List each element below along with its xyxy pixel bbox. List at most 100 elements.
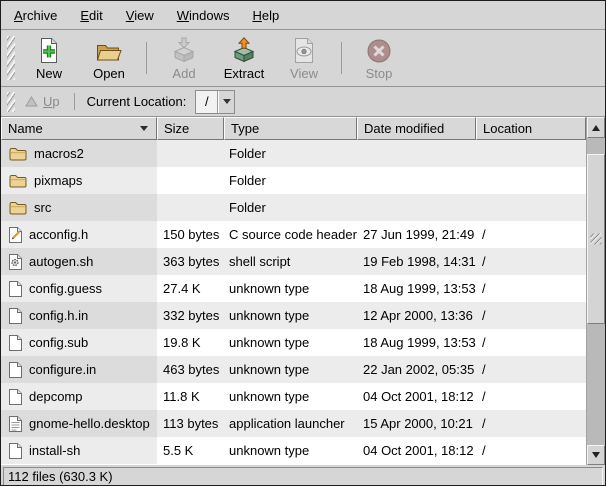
main-toolbar: New Open Add Extract View Stop	[1, 30, 605, 87]
menu-view[interactable]: View	[117, 3, 163, 28]
chevron-down-icon	[223, 99, 231, 104]
toolbar-drag-handle[interactable]	[7, 36, 15, 80]
date-modified-cell: 04 Oct 2001, 18:12	[357, 383, 476, 410]
toolbar-button-label: Open	[93, 66, 125, 81]
scrollbar-thumb[interactable]	[587, 154, 605, 324]
extract-icon	[231, 36, 257, 64]
extract-button[interactable]: Extract	[215, 34, 273, 83]
table-row[interactable]: macros2Folder	[1, 140, 586, 167]
file-name-cell[interactable]: gnome-hello.desktop	[1, 410, 157, 437]
location-cell: /	[476, 302, 586, 329]
new-button[interactable]: New	[20, 34, 78, 83]
column-header-location[interactable]: Location	[476, 117, 586, 140]
view-button[interactable]: View	[275, 34, 333, 83]
file-name: gnome-hello.desktop	[29, 416, 150, 431]
location-bar: Up Current Location: /	[1, 87, 605, 117]
menu-windows[interactable]: Windows	[168, 3, 239, 28]
file-name-cell[interactable]: config.sub	[1, 329, 157, 356]
toolbar-buttons: New Open Add Extract View Stop	[19, 34, 409, 83]
file-name-cell[interactable]: configure.in	[1, 356, 157, 383]
file-name-cell[interactable]: install-sh	[1, 437, 157, 464]
date-modified-cell: 18 Aug 1999, 13:53	[357, 329, 476, 356]
table-row[interactable]: autogen.sh363 bytesshell script19 Feb 19…	[1, 248, 586, 275]
document-icon	[9, 281, 22, 297]
toolbar-separator	[341, 42, 342, 74]
scroll-up-button[interactable]	[587, 117, 605, 138]
size-cell: 113 bytes	[157, 410, 224, 437]
file-name: src	[34, 200, 51, 215]
open-button[interactable]: Open	[80, 34, 138, 83]
type-cell: Folder	[224, 194, 357, 221]
file-name-cell[interactable]: acconfig.h	[1, 221, 157, 248]
scrollbar-trough[interactable]	[587, 138, 605, 445]
column-header-type[interactable]: Type	[224, 117, 357, 140]
date-modified-cell: 27 Jun 1999, 21:49	[357, 221, 476, 248]
toolbar-button-label: Extract	[224, 66, 264, 81]
table-row[interactable]: configure.in463 bytesunknown type22 Jan …	[1, 356, 586, 383]
size-cell: 19.8 K	[157, 329, 224, 356]
table-row[interactable]: acconfig.h150 bytesC source code header2…	[1, 221, 586, 248]
table-row[interactable]: config.guess27.4 Kunknown type18 Aug 199…	[1, 275, 586, 302]
location-cell: /	[476, 410, 586, 437]
column-header-date-modified[interactable]: Date modified	[357, 117, 476, 140]
location-value[interactable]: /	[196, 91, 218, 113]
open-archive-icon	[95, 36, 123, 64]
table-row[interactable]: src Folder	[1, 194, 586, 221]
document-edit-icon	[9, 227, 22, 243]
file-name-cell[interactable]: config.h.in	[1, 302, 157, 329]
file-name: config.guess	[29, 281, 102, 296]
menu-help[interactable]: Help	[243, 3, 288, 28]
date-modified-cell: 18 Aug 1999, 13:53	[357, 275, 476, 302]
stop-button[interactable]: Stop	[350, 34, 408, 83]
folder-icon	[9, 201, 27, 215]
add-button[interactable]: Add	[155, 34, 213, 83]
document-icon	[9, 308, 22, 324]
file-name-cell[interactable]: autogen.sh	[1, 248, 157, 275]
table-row[interactable]: config.h.in332 bytesunknown type12 Apr 2…	[1, 302, 586, 329]
table-row[interactable]: depcomp11.8 Kunknown type04 Oct 2001, 18…	[1, 383, 586, 410]
location-cell: /	[476, 248, 586, 275]
column-header-name[interactable]: Name	[1, 117, 157, 140]
column-header-label: Location	[483, 121, 532, 136]
table-row[interactable]: gnome-hello.desktop113 bytesapplication …	[1, 410, 586, 437]
table-row[interactable]: install-sh5.5 Kunknown type04 Oct 2001, …	[1, 437, 586, 464]
up-button[interactable]: Up	[19, 92, 66, 111]
type-cell: unknown type	[224, 329, 357, 356]
scroll-down-button[interactable]	[587, 445, 605, 465]
table-row[interactable]: config.sub19.8 Kunknown type18 Aug 1999,…	[1, 329, 586, 356]
location-combo[interactable]: /	[195, 90, 235, 114]
folder-icon	[9, 174, 27, 188]
column-header-size[interactable]: Size	[157, 117, 224, 140]
table-row[interactable]: pixmaps Folder	[1, 167, 586, 194]
toolbar-button-label: Stop	[366, 66, 393, 81]
status-text: 112 files (630.3 K)	[8, 469, 113, 484]
locationbar-drag-handle[interactable]	[7, 92, 15, 112]
up-arrow-icon	[25, 96, 38, 107]
file-name-cell[interactable]: src	[1, 194, 157, 221]
menu-edit[interactable]: Edit	[71, 3, 111, 28]
type-cell: Folder	[224, 167, 357, 194]
size-cell: 332 bytes	[157, 302, 224, 329]
date-modified-cell	[357, 194, 476, 221]
file-name: macros2	[34, 146, 84, 161]
file-name-cell[interactable]: macros2	[1, 140, 157, 167]
type-cell: unknown type	[224, 437, 357, 464]
column-header-label: Name	[8, 121, 43, 136]
vertical-scrollbar[interactable]	[586, 117, 605, 465]
menu-archive[interactable]: Archive	[5, 3, 66, 28]
file-name-cell[interactable]: depcomp	[1, 383, 157, 410]
size-cell	[157, 194, 224, 221]
file-name-cell[interactable]: pixmaps	[1, 167, 157, 194]
size-cell: 5.5 K	[157, 437, 224, 464]
type-cell: unknown type	[224, 356, 357, 383]
file-name-cell[interactable]: config.guess	[1, 275, 157, 302]
toolbar-button-label: New	[36, 66, 62, 81]
type-cell: shell script	[224, 248, 357, 275]
file-name: config.h.in	[29, 308, 88, 323]
combo-dropdown-button[interactable]	[218, 91, 234, 113]
location-cell: /	[476, 221, 586, 248]
view-file-icon	[293, 36, 315, 64]
document-icon	[9, 443, 22, 459]
size-cell	[157, 140, 224, 167]
date-modified-cell	[357, 167, 476, 194]
